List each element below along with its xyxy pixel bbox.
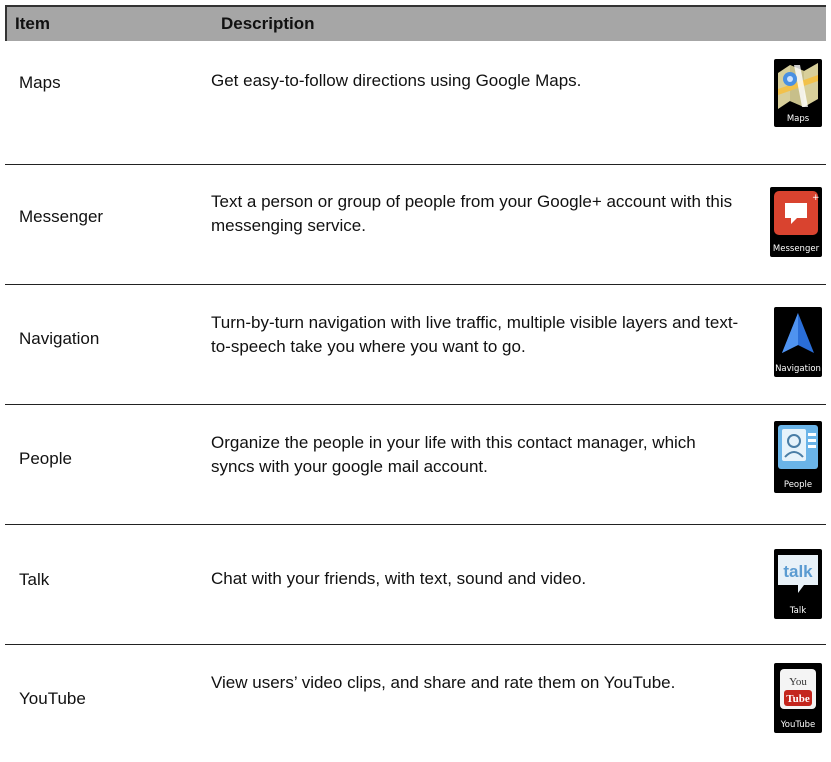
svg-text:You: You <box>789 676 807 688</box>
item-description: Chat with your friends, with text, sound… <box>211 569 587 588</box>
item-name: Maps <box>19 73 61 92</box>
item-description: Turn-by-turn navigation with live traffi… <box>211 313 739 356</box>
header-item: Item <box>15 14 50 33</box>
table-row: Maps Get easy-to-follow directions using… <box>5 41 826 165</box>
item-description: View users’ video clips, and share and r… <box>211 673 676 692</box>
table-row: Talk Chat with your friends, with text, … <box>5 525 826 645</box>
talk-icon: talk Talk <box>774 549 822 619</box>
item-description: Get easy-to-follow directions using Goog… <box>211 71 582 90</box>
svg-text:Tube: Tube <box>786 693 810 705</box>
item-name: Navigation <box>19 329 100 348</box>
svg-text:talk: talk <box>783 562 813 581</box>
table-row: People Organize the people in your life … <box>5 405 826 525</box>
item-description: Text a person or group of people from yo… <box>211 192 733 235</box>
messenger-icon: + Messenger <box>770 187 822 257</box>
item-name: Talk <box>19 570 50 589</box>
youtube-icon: You Tube YouTube <box>774 663 822 733</box>
maps-icon: Maps <box>774 59 822 127</box>
people-icon: People <box>774 421 822 493</box>
table-row: YouTube View users’ video clips, and sha… <box>5 645 826 762</box>
item-name: YouTube <box>19 689 86 708</box>
item-description: Organize the people in your life with th… <box>211 433 696 476</box>
item-name: Messenger <box>19 207 104 226</box>
navigation-icon: Navigation <box>774 307 822 377</box>
table-row: Navigation Turn-by-turn navigation with … <box>5 285 826 405</box>
table-header: Item Description <box>5 5 826 41</box>
svg-text:+: + <box>812 193 820 203</box>
header-description: Description <box>221 14 315 33</box>
table-row: Messenger Text a person or group of peop… <box>5 165 826 285</box>
item-name: People <box>19 449 72 468</box>
